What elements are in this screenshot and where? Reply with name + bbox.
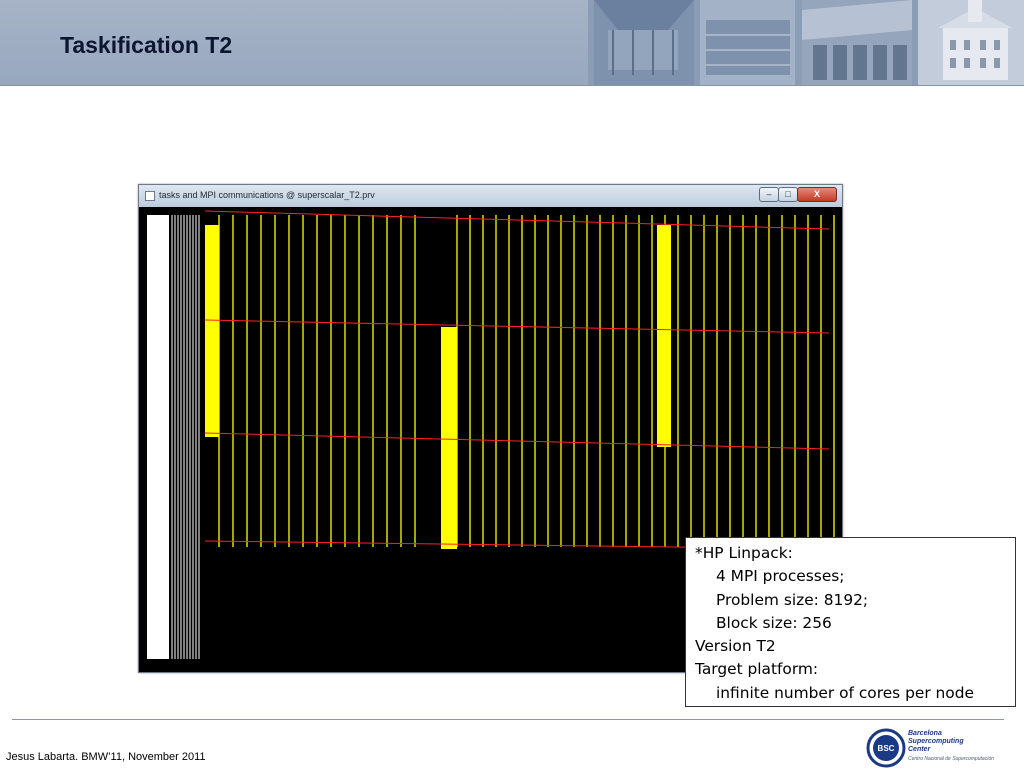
footer-author: Jesus Labarta. BMW’11, November 2011 (6, 751, 206, 763)
info-lines: *HP Linpack: 4 MPI processes; Problem size… (695, 542, 1009, 705)
mpi-message-line (204, 432, 830, 450)
task-lines (218, 215, 835, 547)
bsc-logo: BSC Barcelona Supercomputing Center Cent… (866, 728, 1016, 768)
task-block (441, 327, 457, 549)
mpi-message-line (204, 319, 830, 334)
info-line: infinite number of cores per node (716, 683, 974, 702)
task-block (657, 225, 671, 447)
initial-phase-block (147, 215, 169, 659)
footer-divider (12, 719, 1004, 720)
info-line: Problem size: 8192; (716, 590, 869, 609)
slide-header: Taskification T2 (0, 0, 1024, 86)
header-photo-strip (588, 0, 1024, 85)
info-line: *HP Linpack: (695, 544, 793, 562)
mpi-communication-lines (204, 210, 830, 550)
info-line: 4 MPI processes; (716, 567, 845, 586)
app-icon (145, 191, 155, 201)
close-button[interactable]: X (797, 187, 837, 202)
configuration-info-box: *HP Linpack: 4 MPI processes; Problem size… (685, 537, 1016, 707)
building-photos (588, 0, 1024, 85)
initial-phase-lines (171, 215, 200, 659)
info-line: Version T2 (695, 637, 776, 656)
maximize-button[interactable]: □ (778, 187, 798, 202)
task-block (205, 225, 219, 437)
bsc-logo-emblem: BSC (866, 728, 906, 768)
window-title: tasks and MPI communications @ superscal… (159, 190, 375, 200)
info-line: Target platform: (695, 660, 819, 679)
bsc-badge-text: BSC (878, 744, 895, 753)
window-titlebar[interactable]: tasks and MPI communications @ superscal… (139, 185, 842, 207)
time-scale-label: 0 ns (205, 677, 222, 685)
bsc-logo-subtitle: Centro Nacional de Supercomputación (908, 756, 994, 762)
info-line: Block size: 256 (716, 613, 832, 632)
mpi-message-line (204, 210, 830, 230)
slide-title: Taskification T2 (60, 32, 233, 58)
minimize-button[interactable]: – (759, 187, 779, 202)
bsc-logo-name: Barcelona Supercomputing Center (908, 730, 964, 753)
